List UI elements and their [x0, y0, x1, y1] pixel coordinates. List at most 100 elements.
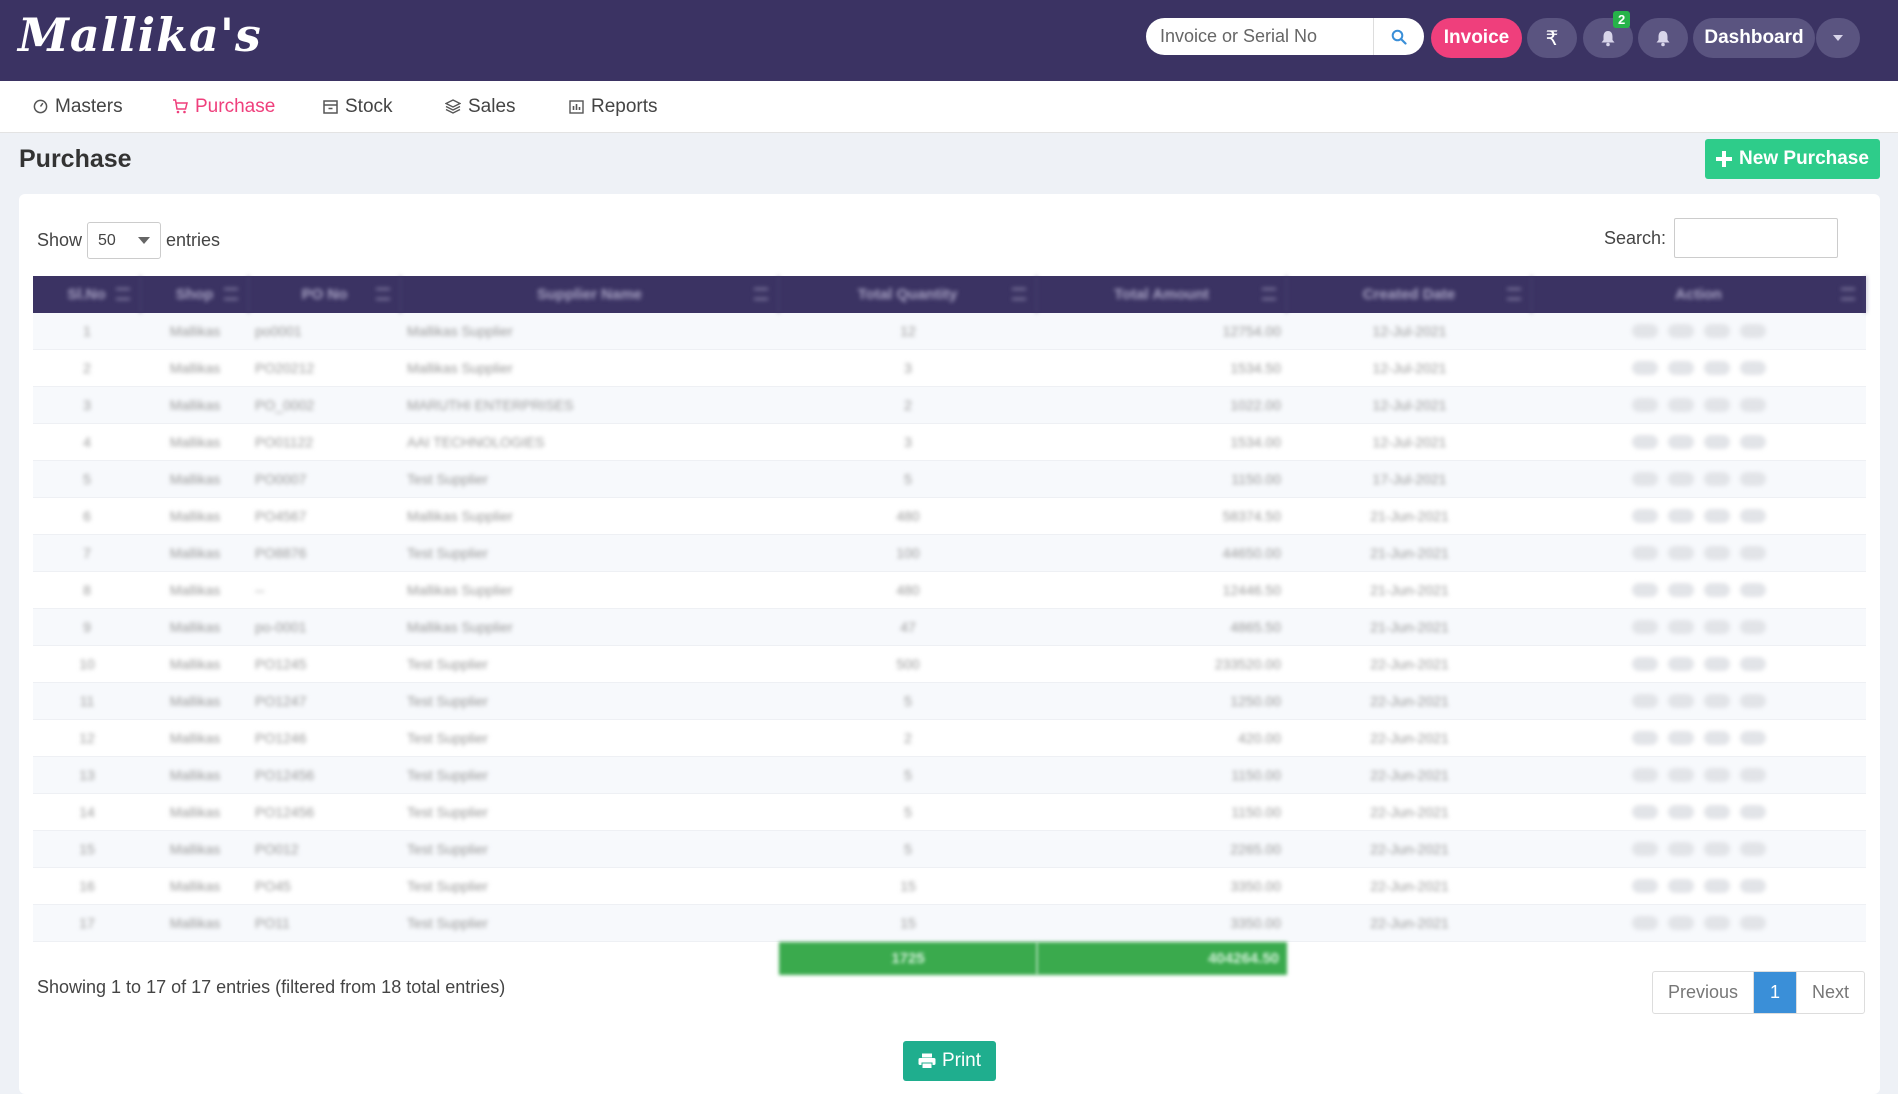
- delete-icon[interactable]: [1740, 620, 1766, 634]
- delete-icon[interactable]: [1740, 657, 1766, 671]
- edit-icon[interactable]: [1668, 361, 1694, 375]
- column-header-supplier-name[interactable]: Supplier Name: [401, 276, 779, 313]
- invoice-button[interactable]: Invoice: [1431, 18, 1522, 58]
- column-header-total-amount[interactable]: Total Amount: [1037, 276, 1287, 313]
- table-row[interactable]: 13 Mallikas PO12456 Test Supplier 5 1150.00 22…: [33, 757, 1866, 794]
- page-length-select[interactable]: 50: [87, 222, 162, 259]
- print-icon[interactable]: [1704, 546, 1730, 560]
- print-icon[interactable]: [1704, 398, 1730, 412]
- delete-icon[interactable]: [1740, 546, 1766, 560]
- edit-icon[interactable]: [1668, 731, 1694, 745]
- view-icon[interactable]: [1632, 324, 1658, 338]
- edit-icon[interactable]: [1668, 324, 1694, 338]
- view-icon[interactable]: [1632, 768, 1658, 782]
- view-icon[interactable]: [1632, 805, 1658, 819]
- nav-item-masters[interactable]: Masters: [33, 81, 123, 132]
- view-icon[interactable]: [1632, 694, 1658, 708]
- new-purchase-button[interactable]: New Purchase: [1705, 139, 1880, 179]
- edit-icon[interactable]: [1668, 694, 1694, 708]
- pagination-next[interactable]: Next: [1797, 972, 1864, 1013]
- pagination-page-1[interactable]: 1: [1754, 972, 1798, 1013]
- edit-icon[interactable]: [1668, 768, 1694, 782]
- table-row[interactable]: 11 Mallikas PO1247 Test Supplier 5 1250.00 22-…: [33, 683, 1866, 720]
- brand-logo[interactable]: Mallika's: [18, 8, 262, 62]
- table-row[interactable]: 3 Mallikas PO_0002 MARUTHI ENTERPRISES 2 1022…: [33, 387, 1866, 424]
- delete-icon[interactable]: [1740, 916, 1766, 930]
- print-icon[interactable]: [1704, 694, 1730, 708]
- rupee-button[interactable]: ₹: [1527, 18, 1577, 58]
- delete-icon[interactable]: [1740, 509, 1766, 523]
- table-row[interactable]: 10 Mallikas PO1245 Test Supplier 500 233520.0…: [33, 646, 1866, 683]
- delete-icon[interactable]: [1740, 731, 1766, 745]
- table-row[interactable]: 12 Mallikas PO1246 Test Supplier 2 420.00 22-J…: [33, 720, 1866, 757]
- table-row[interactable]: 16 Mallikas PO45 Test Supplier 15 3350.00 22-J…: [33, 868, 1866, 905]
- table-row[interactable]: 6 Mallikas PO4567 Mallikas Supplier 480 58374…: [33, 498, 1866, 535]
- view-icon[interactable]: [1632, 435, 1658, 449]
- view-icon[interactable]: [1632, 546, 1658, 560]
- table-row[interactable]: 5 Mallikas PO0007 Test Supplier 5 1150.00 17-J…: [33, 461, 1866, 498]
- view-icon[interactable]: [1632, 657, 1658, 671]
- user-menu-toggle[interactable]: [1816, 18, 1860, 58]
- view-icon[interactable]: [1632, 731, 1658, 745]
- edit-icon[interactable]: [1668, 435, 1694, 449]
- table-row[interactable]: 2 Mallikas PO20212 Mallikas Supplier 3 1534.5…: [33, 350, 1866, 387]
- delete-icon[interactable]: [1740, 472, 1766, 486]
- view-icon[interactable]: [1632, 361, 1658, 375]
- view-icon[interactable]: [1632, 620, 1658, 634]
- print-icon[interactable]: [1704, 324, 1730, 338]
- column-header-po-no[interactable]: PO No: [249, 276, 401, 313]
- nav-item-reports[interactable]: Reports: [569, 81, 658, 132]
- edit-icon[interactable]: [1668, 509, 1694, 523]
- edit-icon[interactable]: [1668, 620, 1694, 634]
- table-row[interactable]: 4 Mallikas PO01122 AAI TECHNOLOGIES 3 1534.00…: [33, 424, 1866, 461]
- view-icon[interactable]: [1632, 916, 1658, 930]
- table-row[interactable]: 1 Mallikas po0001 Mallikas Supplier 12 12754.…: [33, 313, 1866, 350]
- edit-icon[interactable]: [1668, 842, 1694, 856]
- column-header-total-quantity[interactable]: Total Quantity: [779, 276, 1037, 313]
- print-icon[interactable]: [1704, 361, 1730, 375]
- column-header-shop[interactable]: Shop: [141, 276, 249, 313]
- delete-icon[interactable]: [1740, 324, 1766, 338]
- view-icon[interactable]: [1632, 509, 1658, 523]
- edit-icon[interactable]: [1668, 805, 1694, 819]
- edit-icon[interactable]: [1668, 657, 1694, 671]
- table-row[interactable]: 14 Mallikas PO12456 Test Supplier 5 1150.00 22…: [33, 794, 1866, 831]
- table-row[interactable]: 15 Mallikas PO012 Test Supplier 5 2265.00 22-J…: [33, 831, 1866, 868]
- print-icon[interactable]: [1704, 620, 1730, 634]
- delete-icon[interactable]: [1740, 768, 1766, 782]
- edit-icon[interactable]: [1668, 398, 1694, 412]
- delete-icon[interactable]: [1740, 879, 1766, 893]
- edit-icon[interactable]: [1668, 472, 1694, 486]
- view-icon[interactable]: [1632, 583, 1658, 597]
- edit-icon[interactable]: [1668, 916, 1694, 930]
- table-row[interactable]: 17 Mallikas PO11 Test Supplier 15 3350.00 22-J…: [33, 905, 1866, 942]
- delete-icon[interactable]: [1740, 398, 1766, 412]
- view-icon[interactable]: [1632, 842, 1658, 856]
- pagination-previous[interactable]: Previous: [1653, 972, 1755, 1013]
- invoice-search-input[interactable]: [1146, 18, 1388, 55]
- print-icon[interactable]: [1704, 509, 1730, 523]
- print-icon[interactable]: [1704, 768, 1730, 782]
- edit-icon[interactable]: [1668, 546, 1694, 560]
- nav-item-purchase[interactable]: Purchase: [172, 81, 275, 132]
- print-icon[interactable]: [1704, 435, 1730, 449]
- view-icon[interactable]: [1632, 398, 1658, 412]
- print-icon[interactable]: [1704, 879, 1730, 893]
- print-icon[interactable]: [1704, 472, 1730, 486]
- print-icon[interactable]: [1704, 842, 1730, 856]
- print-icon[interactable]: [1704, 657, 1730, 671]
- table-search-input[interactable]: [1674, 218, 1839, 258]
- delete-icon[interactable]: [1740, 842, 1766, 856]
- delete-icon[interactable]: [1740, 583, 1766, 597]
- delete-icon[interactable]: [1740, 435, 1766, 449]
- print-icon[interactable]: [1704, 916, 1730, 930]
- view-icon[interactable]: [1632, 879, 1658, 893]
- table-row[interactable]: 9 Mallikas po-0001 Mallikas Supplier 47 4865.…: [33, 609, 1866, 646]
- table-row[interactable]: 7 Mallikas PO8876 Test Supplier 100 44650.00 2…: [33, 535, 1866, 572]
- view-icon[interactable]: [1632, 472, 1658, 486]
- search-button[interactable]: [1373, 18, 1424, 55]
- delete-icon[interactable]: [1740, 694, 1766, 708]
- column-header-sl-no[interactable]: Sl.No: [33, 276, 141, 313]
- nav-item-sales[interactable]: Sales: [445, 81, 516, 132]
- column-header-action[interactable]: Action: [1532, 276, 1866, 313]
